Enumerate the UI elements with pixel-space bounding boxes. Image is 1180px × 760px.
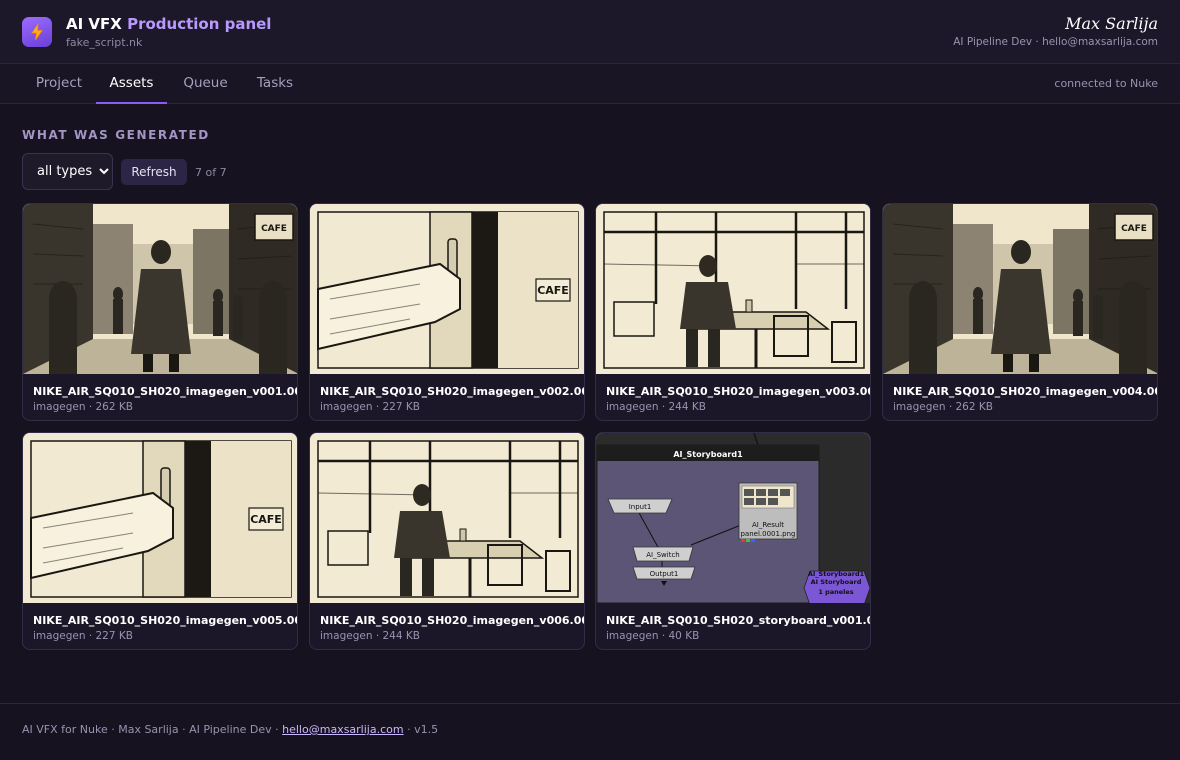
storyboard-badge-line3: 1 paneles: [818, 588, 853, 596]
app-title-main: AI VFX: [66, 15, 122, 33]
asset-name: NIKE_AIR_SQ010_SH020_imagegen_v001.0001.…: [33, 385, 297, 398]
asset-count: 7 of 7: [195, 166, 227, 179]
asset-thumbnail-street: CAFE: [23, 204, 297, 374]
asset-meta: imagegen · 40 KB: [606, 630, 700, 642]
asset-card[interactable]: NIKE_AIR_SQ010_SH020_imagegen_v003.0001.…: [595, 203, 871, 421]
asset-meta: imagegen · 262 KB: [33, 401, 133, 413]
asset-meta: imagegen · 244 KB: [606, 401, 706, 413]
asset-name: NIKE_AIR_SQ010_SH020_imagegen_v003.0001.…: [606, 385, 870, 398]
asset-name: NIKE_AIR_SQ010_SH020_imagegen_v002.0001.…: [320, 385, 584, 398]
tab-project[interactable]: Project: [22, 64, 96, 104]
tab-bar: Project Assets Queue Tasks connected to …: [0, 64, 1180, 104]
app-title: AI VFX Production panel: [66, 15, 271, 33]
script-name: fake_script.nk: [66, 36, 143, 49]
asset-thumbnail-door: CAFE: [310, 204, 584, 374]
asset-card[interactable]: CAFE NIKE_AIR_SQ010_SH020_imagegen_v004.…: [882, 203, 1158, 421]
footer-email-link[interactable]: hello@maxsarlija.com: [282, 723, 403, 736]
section-title: WHAT WAS GENERATED: [22, 128, 210, 142]
tab-queue[interactable]: Queue: [171, 64, 240, 104]
asset-card[interactable]: NIKE_AIR_SQ010_SH020_imagegen_v006.0001.…: [309, 432, 585, 650]
tab-assets[interactable]: Assets: [96, 64, 167, 104]
user-meta: AI Pipeline Dev · hello@maxsarlija.com: [953, 36, 1158, 48]
switch-node-label: AI_Switch: [646, 551, 680, 559]
asset-meta: imagegen · 244 KB: [320, 630, 420, 642]
storyboard-badge-line1: AI_Storyboard1: [808, 570, 865, 578]
tab-tasks[interactable]: Tasks: [244, 64, 306, 104]
asset-name: NIKE_AIR_SQ010_SH020_imagegen_v004.0001.…: [893, 385, 1157, 398]
app-title-accent: Production panel: [127, 15, 272, 33]
result-node-label: AI_Result: [752, 521, 784, 529]
street-sign-text: CAFE: [1121, 224, 1147, 234]
footer-text: AI VFX for Nuke · Max Sarlija · AI Pipel…: [22, 723, 438, 736]
app-footer: AI VFX for Nuke · Max Sarlija · AI Pipel…: [0, 703, 1180, 760]
result-node-file: panel.0001.png: [740, 530, 795, 538]
asset-card[interactable]: CAFE NIKE_AIR_SQ010_SH020_imagegen_v002.…: [309, 203, 585, 421]
street-sign-text: CAFE: [261, 224, 287, 234]
cafe-sign-text: CAFE: [250, 513, 282, 526]
asset-name: NIKE_AIR_SQ010_SH020_imagegen_v006.0001.…: [320, 614, 584, 627]
asset-thumbnail-cafe: [310, 433, 584, 603]
asset-name: NIKE_AIR_SQ010_SH020_storyboard_v001.000…: [606, 614, 870, 627]
asset-thumbnail-door: CAFE: [23, 433, 297, 603]
asset-meta: imagegen · 262 KB: [893, 401, 993, 413]
asset-thumbnail-node-graph: AI_Storyboard1 Input1 AI_Switch Output1 …: [596, 433, 870, 603]
asset-card[interactable]: CAFE NIKE_AIR_SQ010_SH020_imagegen_v005.…: [22, 432, 298, 650]
cafe-sign-text: CAFE: [537, 284, 569, 297]
type-filter-select[interactable]: all types: [22, 153, 113, 190]
asset-meta: imagegen · 227 KB: [320, 401, 420, 413]
lightning-bolt-icon: [22, 17, 52, 47]
asset-thumbnail-street: CAFE: [883, 204, 1157, 374]
asset-card[interactable]: AI_Storyboard1 Input1 AI_Switch Output1 …: [595, 432, 871, 650]
app-header: AI VFX Production panel fake_script.nk M…: [0, 0, 1180, 64]
input-node-label: Input1: [629, 503, 652, 511]
user-name: Max Sarlija: [1065, 14, 1158, 33]
asset-name: NIKE_AIR_SQ010_SH020_imagegen_v005.0001.…: [33, 614, 297, 627]
group-label: AI_Storyboard1: [673, 450, 743, 459]
asset-thumbnail-cafe: [596, 204, 870, 374]
output-node-label: Output1: [650, 570, 679, 578]
connection-status: connected to Nuke: [1054, 77, 1158, 90]
footer-prefix: AI VFX for Nuke · Max Sarlija · AI Pipel…: [22, 723, 283, 736]
asset-card[interactable]: CAFE NIKE_AIR_SQ010_SH020_imagegen_v001.…: [22, 203, 298, 421]
storyboard-badge-line2: AI Storyboard: [811, 578, 862, 586]
refresh-button[interactable]: Refresh: [121, 159, 187, 185]
asset-meta: imagegen · 227 KB: [33, 630, 133, 642]
footer-suffix: · v1.5: [403, 723, 439, 736]
